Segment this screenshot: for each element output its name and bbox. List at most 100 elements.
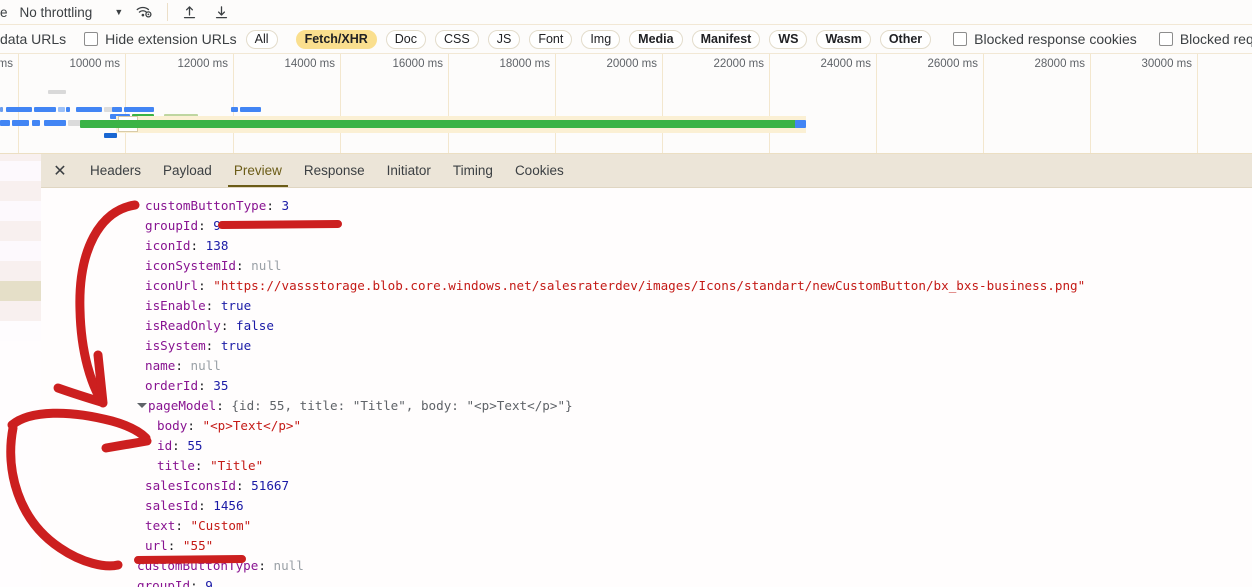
json-value: 9	[205, 578, 213, 587]
json-row-customButtonType[interactable]: customButtonType: 3	[41, 196, 1252, 216]
ruler-label: 30000 ms	[1141, 58, 1192, 70]
ruler-label: 22000 ms	[713, 58, 764, 70]
filter-pill-css[interactable]: CSS	[435, 29, 479, 49]
json-value: 55	[187, 438, 203, 453]
request-row[interactable]	[0, 261, 41, 281]
chevron-down-icon[interactable]	[137, 403, 147, 412]
tab-timing[interactable]: Timing	[442, 154, 504, 187]
request-row[interactable]	[0, 154, 41, 161]
filter-pill-doc[interactable]: Doc	[385, 29, 427, 49]
ruler-label: 28000 ms	[1034, 58, 1085, 70]
json-row-iconId[interactable]: iconId: 138	[41, 236, 1252, 256]
filter-pill-ws[interactable]: WS	[769, 29, 808, 49]
request-row[interactable]	[0, 361, 41, 381]
tab-response[interactable]: Response	[293, 154, 376, 187]
filter-pill-font[interactable]: Font	[529, 29, 573, 49]
json-row-iconSystemId[interactable]: iconSystemId: null	[41, 256, 1252, 276]
download-icon[interactable]	[210, 2, 232, 22]
overview-request-bar	[0, 120, 10, 126]
hide-extension-urls-checkbox[interactable]: Hide extension URLs	[84, 31, 237, 47]
filter-pill-img[interactable]: Img	[581, 29, 621, 49]
json-value: true	[220, 338, 252, 353]
checkbox-icon[interactable]	[1158, 32, 1173, 46]
json-row-body[interactable]: body: "<p>Text</p>"	[41, 416, 1252, 436]
json-row-isSystem[interactable]: isSystem: true	[41, 336, 1252, 356]
request-row[interactable]	[0, 341, 41, 361]
json-row-url[interactable]: url: "55"	[41, 536, 1252, 556]
checkbox-icon[interactable]	[953, 32, 968, 46]
overview-request-bar	[34, 107, 56, 112]
json-row-name[interactable]: name: null	[41, 356, 1252, 376]
upload-icon[interactable]	[178, 2, 200, 22]
request-list-sidebar[interactable]	[0, 154, 42, 587]
json-value: 138	[205, 238, 229, 253]
blocked-response-cookies-checkbox[interactable]: Blocked response cookies	[953, 31, 1137, 47]
filter-pill-other[interactable]: Other	[879, 29, 932, 49]
json-row-id[interactable]: id: 55	[41, 436, 1252, 456]
json-key: isSystem	[145, 338, 206, 353]
network-filter-toolbar: data URLs Hide extension URLs All Fetch/…	[0, 25, 1252, 54]
json-row-orderId[interactable]: orderId: 35	[41, 376, 1252, 396]
network-panel-body: ✕ Headers Payload Preview Response Initi…	[0, 154, 1252, 587]
json-row-salesId[interactable]: salesId: 1456	[41, 496, 1252, 516]
overview-request-bar	[6, 107, 32, 112]
request-row[interactable]	[0, 161, 41, 181]
json-row-pageModel[interactable]: pageModel: {id: 55, title: "Title", body…	[41, 396, 1252, 416]
tab-headers[interactable]: Headers	[79, 154, 152, 187]
request-row[interactable]	[0, 201, 41, 221]
ruler-label: 18000 ms	[499, 58, 550, 70]
json-key: body	[157, 418, 188, 433]
filter-pill-all[interactable]: All	[245, 29, 278, 49]
ruler-gridline	[1090, 54, 1091, 153]
ruler-gridline	[662, 54, 663, 153]
tab-initiator[interactable]: Initiator	[376, 154, 442, 187]
close-icon[interactable]: ✕	[41, 154, 79, 187]
network-overview-timeline[interactable]: ms 10000 ms 12000 ms 14000 ms 16000 ms 1…	[0, 54, 1252, 154]
tab-preview[interactable]: Preview	[223, 154, 293, 187]
filter-pill-wasm[interactable]: Wasm	[816, 29, 871, 49]
wifi-settings-icon[interactable]	[133, 2, 155, 22]
request-row-selected[interactable]	[0, 281, 41, 301]
filter-pill-media[interactable]: Media	[629, 29, 683, 49]
json-key: id	[157, 438, 173, 453]
checkbox-icon[interactable]	[84, 32, 99, 46]
json-row-isEnable[interactable]: isEnable: true	[41, 296, 1252, 316]
json-row-title[interactable]: title: "Title"	[41, 456, 1252, 476]
json-key: name	[145, 358, 176, 373]
overview-request-bar	[240, 107, 261, 112]
json-key: title	[157, 458, 195, 473]
chevron-down-icon[interactable]: ▼	[114, 7, 123, 17]
overview-long-request-tail	[795, 120, 806, 128]
filter-pill-fetch-xhr[interactable]: Fetch/XHR	[295, 29, 377, 49]
json-row-groupId-2[interactable]: groupId: 9	[41, 576, 1252, 587]
filter-pill-js[interactable]: JS	[487, 29, 521, 49]
json-key: iconUrl	[145, 278, 199, 293]
overview-request-bar	[114, 107, 122, 112]
request-row[interactable]	[0, 181, 41, 201]
json-row-text[interactable]: text: "Custom"	[41, 516, 1252, 536]
json-value: false	[236, 318, 274, 333]
data-urls-label[interactable]: data URLs	[0, 31, 66, 47]
json-row-iconUrl[interactable]: iconUrl: "https://vassstorage.blob.core.…	[41, 276, 1252, 296]
tab-cookies[interactable]: Cookies	[504, 154, 575, 187]
request-row[interactable]	[0, 301, 41, 321]
json-row-isReadOnly[interactable]: isReadOnly: false	[41, 316, 1252, 336]
request-row[interactable]	[0, 321, 41, 341]
json-row-salesIconsId[interactable]: salesIconsId: 51667	[41, 476, 1252, 496]
json-key: salesId	[145, 498, 199, 513]
throttling-select-label[interactable]: No throttling	[20, 5, 93, 20]
overview-request-bar	[231, 107, 238, 112]
filter-pill-manifest[interactable]: Manifest	[691, 29, 761, 49]
request-row[interactable]	[0, 221, 41, 241]
json-row-customButtonType-2[interactable]: customButtonType: null	[41, 556, 1252, 576]
json-key: iconId	[145, 238, 191, 253]
json-preview-tree[interactable]: customButtonType: 3 groupId: 9 iconId: 1…	[41, 188, 1252, 587]
overview-request-bar	[44, 120, 66, 126]
tab-payload[interactable]: Payload	[152, 154, 223, 187]
request-row[interactable]	[0, 241, 41, 261]
blocked-requests-checkbox[interactable]: Blocked requests	[1158, 31, 1252, 47]
overview-request-bar	[66, 107, 70, 112]
ruler-gridline	[340, 54, 341, 153]
ruler-gridline	[1197, 54, 1198, 153]
json-row-groupId[interactable]: groupId: 9	[41, 216, 1252, 236]
